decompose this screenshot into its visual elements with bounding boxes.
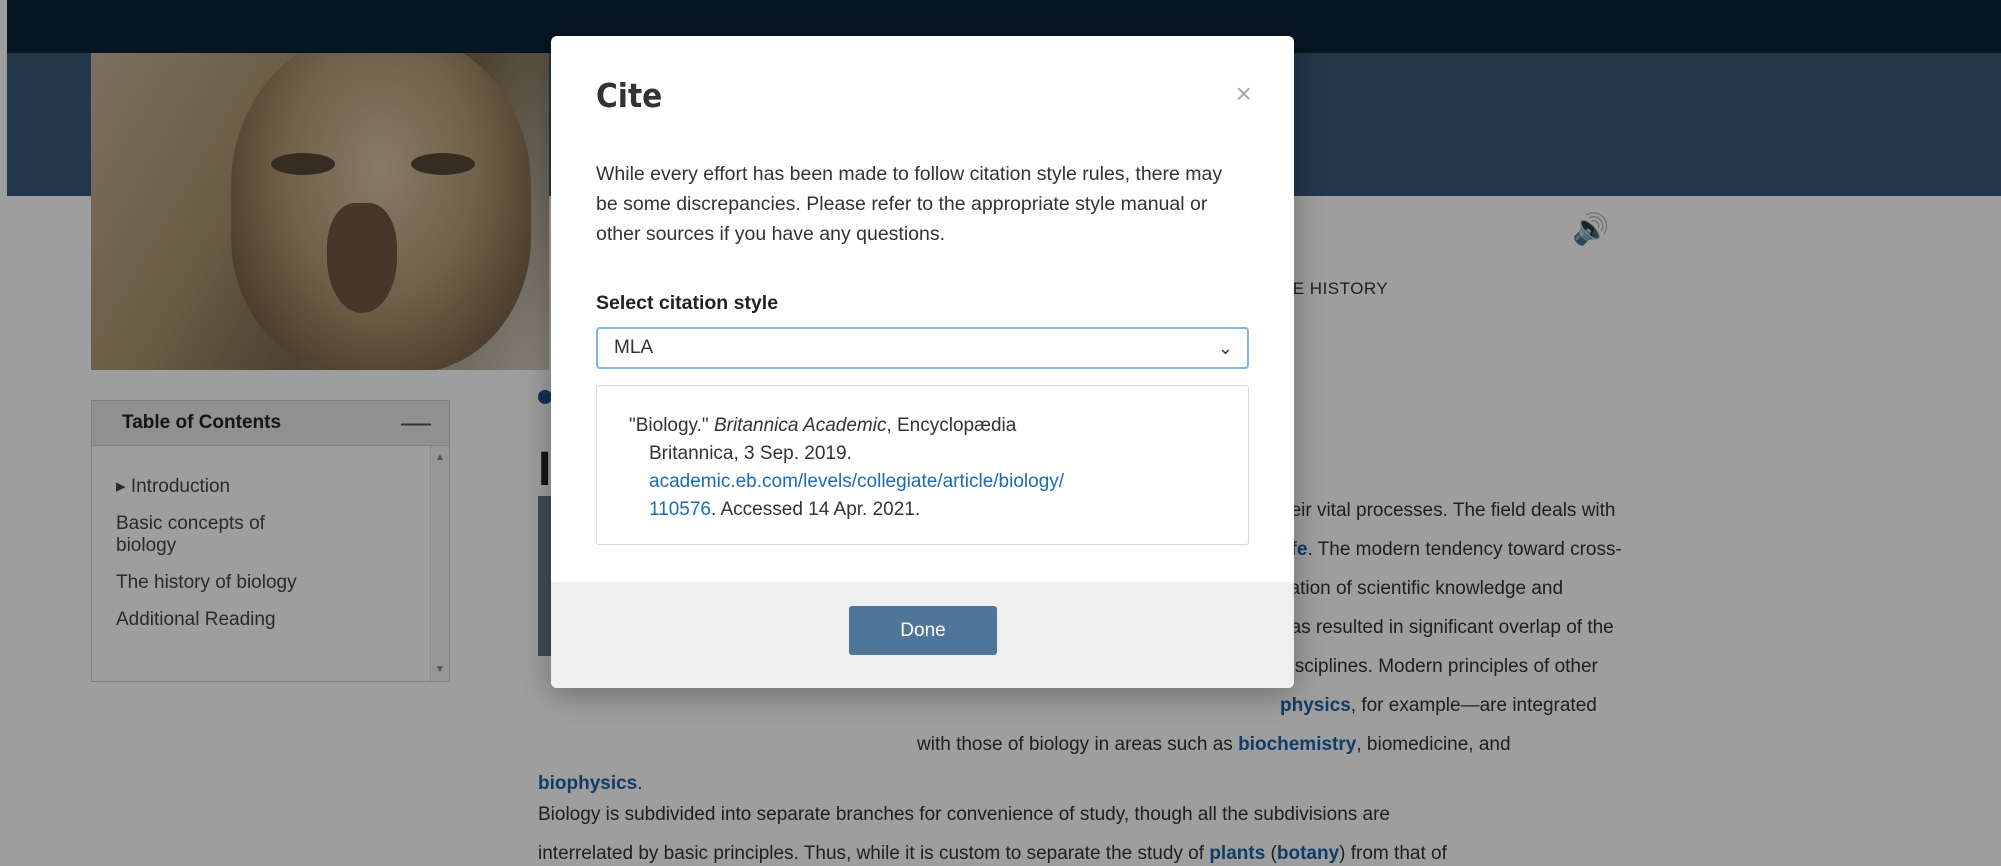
citation-style-select[interactable]: MLA ⌄ xyxy=(596,327,1249,369)
citation-source: Britannica Academic xyxy=(713,415,887,436)
citation-accessed: . Accessed 14 Apr. 2021. xyxy=(711,499,921,520)
citation-disclaimer: While every effort has been made to foll… xyxy=(596,163,1223,245)
citation-url-link[interactable]: academic.eb.com/levels/collegiate/articl… xyxy=(649,471,1064,492)
citation-title: "Biology." xyxy=(629,415,714,436)
cite-dialog: Cite × While every effort has been made … xyxy=(551,36,1294,688)
close-icon[interactable]: × xyxy=(1236,80,1252,108)
citation-text-box[interactable]: "Biology." Britannica Academic, Encyclop… xyxy=(596,385,1249,545)
citation-url-link-id[interactable]: 110576 xyxy=(649,499,711,520)
citation-publisher: , Encyclopædia xyxy=(886,415,1017,436)
citation-style-value: MLA xyxy=(614,337,654,358)
chevron-down-icon: ⌄ xyxy=(1217,337,1233,358)
dialog-title: Cite xyxy=(596,76,663,115)
citation-style-label: Select citation style xyxy=(596,292,779,314)
dialog-footer: Done xyxy=(551,582,1294,688)
done-button[interactable]: Done xyxy=(849,606,997,655)
citation-date: Britannica, 3 Sep. 2019. xyxy=(649,443,852,464)
